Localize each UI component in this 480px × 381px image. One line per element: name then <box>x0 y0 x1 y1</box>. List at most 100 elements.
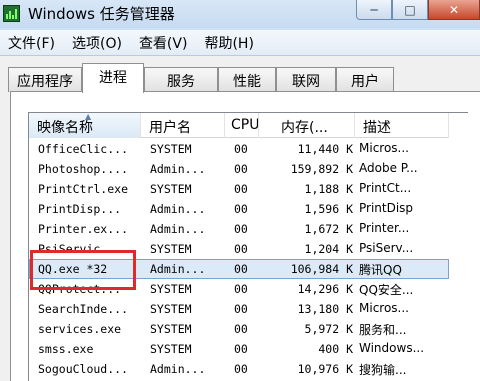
maximize-icon: □ <box>404 2 416 17</box>
window-title: Windows 任务管理器 <box>28 5 175 23</box>
minimize-button[interactable]: ─ <box>356 0 392 20</box>
tab-users[interactable]: 用户 <box>336 67 394 92</box>
process-memory: 5,972 K <box>304 322 353 336</box>
process-user: Admin... <box>150 262 206 276</box>
process-memory: 1,204 K <box>304 242 353 256</box>
process-cpu: 00 <box>234 262 248 276</box>
close-button[interactable]: ✕ <box>428 0 480 20</box>
process-user: Admin... <box>150 202 206 216</box>
process-name: PrintCtrl.exe <box>38 182 129 196</box>
process-memory: 14,296 K <box>297 282 353 296</box>
process-name: Photoshop.... <box>38 162 129 176</box>
menu-options[interactable]: 选项(O) <box>64 33 131 53</box>
process-description: PsiServ... <box>359 241 414 255</box>
maximize-button[interactable]: □ <box>392 0 428 20</box>
process-description: Printer... <box>359 221 410 235</box>
process-description: PrintCt... <box>359 181 412 195</box>
process-user: SYSTEM <box>150 302 192 316</box>
process-row[interactable]: PrintCtrl.exe SYSTEM 00 1,188 K PrintCt... <box>29 179 449 199</box>
tab-services[interactable]: 服务 <box>144 67 218 92</box>
process-user: Admin... <box>150 222 206 236</box>
process-cpu: 00 <box>234 242 248 256</box>
process-description: 腾讯QQ <box>359 263 402 277</box>
tab-applications[interactable]: 应用程序 <box>8 67 82 92</box>
process-user: Admin... <box>150 362 206 376</box>
column-label: CPU <box>231 117 259 133</box>
process-row[interactable]: SearchInde... SYSTEM 00 13,180 K Micros... <box>29 299 449 319</box>
tab-networking[interactable]: 联网 <box>276 67 336 92</box>
process-cpu: 00 <box>234 342 248 356</box>
menu-bar: 文件(F) 选项(O) 查看(V) 帮助(H) <box>0 30 480 56</box>
process-row[interactable]: SogouCloud... Admin... 00 10,976 K 搜狗输... <box>29 359 449 379</box>
menu-help[interactable]: 帮助(H) <box>196 33 262 53</box>
process-description: Windows... <box>359 341 425 355</box>
process-memory: 13,180 K <box>297 302 353 316</box>
process-name: SogouCloud... <box>38 362 129 376</box>
tab-processes[interactable]: 进程 <box>82 63 144 93</box>
menu-file[interactable]: 文件(F) <box>0 33 64 53</box>
process-description: QQ安全... <box>359 283 414 297</box>
process-row[interactable]: Photoshop.... Admin... 00 159,892 K Adobe P.… <box>29 159 449 179</box>
title-bar: Windows 任务管理器 ─ □ ✕ <box>0 0 480 28</box>
process-user: SYSTEM <box>150 182 192 196</box>
process-name: PrintDisp... <box>38 202 122 216</box>
process-memory: 11,440 K <box>297 142 353 156</box>
task-manager-icon <box>3 5 20 22</box>
process-name: smss.exe <box>38 342 94 356</box>
process-list[interactable]: ▲ 映像名称 用户名 CPU 内存(... 描述 OfficeClic... SY… <box>28 112 468 381</box>
column-cpu[interactable]: CPU <box>225 113 259 138</box>
process-cpu: 00 <box>234 182 248 196</box>
process-user: SYSTEM <box>150 322 192 336</box>
process-memory: 1,596 K <box>304 202 353 216</box>
process-user: SYSTEM <box>150 282 192 296</box>
column-label: 映像名称 <box>37 120 93 136</box>
process-cpu: 00 <box>234 302 248 316</box>
process-memory: 106,984 K <box>290 262 353 276</box>
column-description[interactable]: 描述 <box>355 113 449 138</box>
process-description: Micros... <box>359 141 409 155</box>
process-user: SYSTEM <box>150 342 192 356</box>
process-user: SYSTEM <box>150 242 192 256</box>
process-name: OfficeClic... <box>38 142 129 156</box>
process-cpu: 00 <box>234 282 248 296</box>
column-image-name[interactable]: ▲ 映像名称 <box>29 113 141 138</box>
highlight-annotation <box>30 250 136 290</box>
process-description: 搜狗输... <box>359 363 407 377</box>
process-cpu: 00 <box>234 142 248 156</box>
process-memory: 10,976 K <box>297 362 353 376</box>
process-user: Admin... <box>150 162 206 176</box>
column-memory[interactable]: 内存(... <box>259 113 355 138</box>
menu-view[interactable]: 查看(V) <box>131 33 197 53</box>
column-label: 描述 <box>363 120 391 136</box>
column-user-name[interactable]: 用户名 <box>141 113 225 138</box>
process-name: services.exe <box>38 322 122 336</box>
sort-ascending-icon: ▲ <box>85 113 92 121</box>
process-memory: 159,892 K <box>290 162 353 176</box>
process-memory: 400 K <box>318 342 353 356</box>
process-memory: 1,672 K <box>304 222 353 236</box>
process-cpu: 00 <box>234 162 248 176</box>
process-row[interactable]: Printer.ex... Admin... 00 1,672 K Printer... <box>29 219 449 239</box>
process-description: 服务和... <box>359 323 407 337</box>
process-description: Adobe P... <box>359 161 418 175</box>
tab-performance[interactable]: 性能 <box>218 67 276 92</box>
process-name: Printer.ex... <box>38 222 129 236</box>
process-name: SearchInde... <box>38 302 129 316</box>
column-label: 用户名 <box>149 120 191 136</box>
column-label: 内存(... <box>281 120 328 136</box>
list-header: ▲ 映像名称 用户名 CPU 内存(... 描述 <box>29 113 449 138</box>
process-user: SYSTEM <box>150 142 192 156</box>
close-icon: ✕ <box>448 2 460 17</box>
process-row[interactable]: OfficeClic... SYSTEM 00 11,440 K Micros... <box>29 139 449 159</box>
process-cpu: 00 <box>234 322 248 336</box>
process-row[interactable]: services.exe SYSTEM 00 5,972 K 服务和... <box>29 319 449 339</box>
process-description: Micros... <box>359 301 409 315</box>
process-row[interactable]: smss.exe SYSTEM 00 400 K Windows... <box>29 339 449 359</box>
process-row[interactable]: PrintDisp... Admin... 00 1,596 K PrintDisp <box>29 199 449 219</box>
window-controls: ─ □ ✕ <box>356 0 480 20</box>
process-cpu: 00 <box>234 202 248 216</box>
process-description: PrintDisp <box>359 201 414 215</box>
process-cpu: 00 <box>234 222 248 236</box>
process-cpu: 00 <box>234 362 248 376</box>
process-memory: 1,188 K <box>304 182 353 196</box>
